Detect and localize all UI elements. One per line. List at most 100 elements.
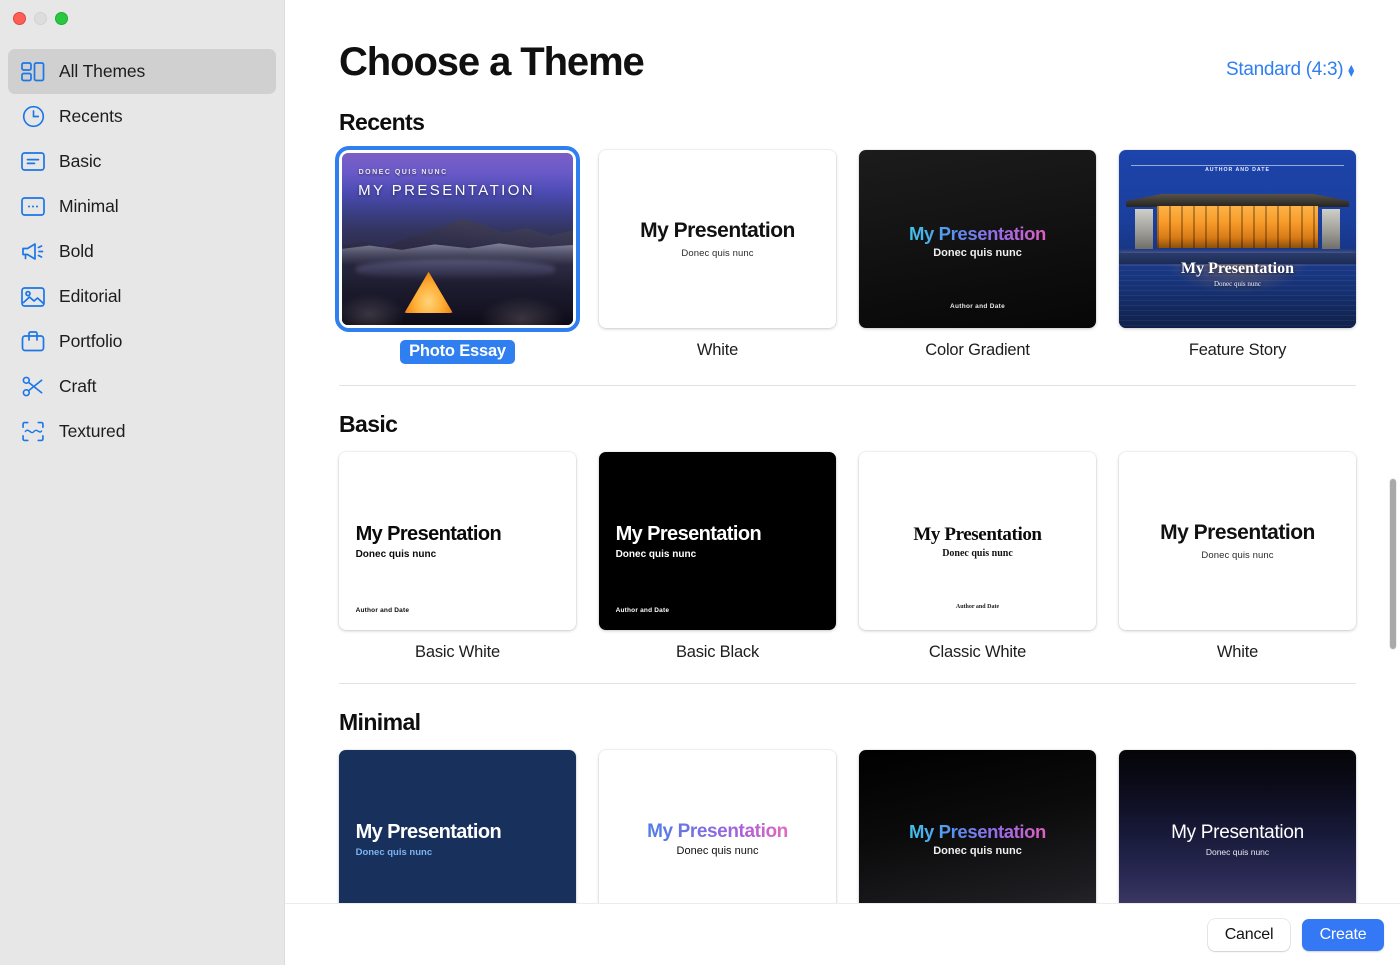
theme-thumbnail[interactable]: My Presentation Donec quis nunc Author a… (859, 452, 1096, 630)
sidebar-item-label: Portfolio (59, 331, 122, 352)
theme-thumbnail[interactable]: My Presentation Donec quis nunc Author a… (339, 452, 576, 630)
basic-icon (20, 149, 46, 175)
create-button[interactable]: Create (1302, 919, 1384, 951)
sidebar-item-label: Craft (59, 376, 96, 397)
slide-footer: AUTHOR AND DATE (1119, 167, 1356, 173)
minimal-icon (20, 194, 46, 220)
theme-card-basic-black[interactable]: My Presentation Donec quis nunc Author a… (599, 452, 836, 662)
sidebar-item-textured[interactable]: Textured (8, 409, 276, 454)
slide-title: My Presentation (616, 523, 761, 546)
window-controls (0, 0, 284, 34)
theme-scroll-area[interactable]: Choose a Theme Standard (4:3) ▴▾ Recents (285, 0, 1400, 903)
sidebar-item-label: Textured (59, 421, 125, 442)
slide-subtitle: Donec quis nunc (677, 845, 759, 857)
sidebar-item-label: All Themes (59, 61, 145, 82)
theme-thumbnail[interactable]: My Presentation Donec quis nunc Author a… (599, 452, 836, 630)
theme-card-white-basic[interactable]: My Presentation Donec quis nunc White (1119, 452, 1356, 662)
slide-subtitle: Donec quis nunc (859, 247, 1096, 259)
theme-thumbnail[interactable]: My Presentation Donec quis nunc (1119, 750, 1356, 903)
theme-chooser-window: All Themes Recents Bas (0, 0, 1400, 965)
theme-thumbnail[interactable]: My Presentation Donec quis nunc Author a… (859, 150, 1096, 328)
slide-footer: Author and Date (356, 607, 410, 614)
maximize-window-button[interactable] (55, 12, 68, 25)
clock-icon (20, 104, 46, 130)
theme-thumbnail[interactable]: My Presentation Donec quis nunc (339, 750, 576, 903)
sidebar-item-craft[interactable]: Craft (8, 364, 276, 409)
sidebar-item-label: Minimal (59, 196, 119, 217)
sidebar-item-label: Editorial (59, 286, 121, 307)
theme-name-label: White (697, 341, 738, 360)
aspect-ratio-select[interactable]: Standard (4:3) ▴▾ (1226, 59, 1354, 81)
slide-title: My Presentation (909, 821, 1046, 843)
theme-card-photo-essay[interactable]: DONEC QUIS NUNC MY PRESENTATION Photo Es… (339, 150, 576, 364)
slide-subtitle: Donec quis nunc (616, 549, 697, 560)
texture-icon (20, 419, 46, 445)
aspect-ratio-value: Standard (4:3) (1226, 59, 1343, 81)
section-basic: Basic My Presentation Donec quis nunc Au… (285, 411, 1400, 662)
theme-thumbnail[interactable]: AUTHOR AND DATE My Presentation (1119, 150, 1356, 328)
sidebar-item-label: Bold (59, 241, 94, 262)
slide-footer: Author and Date (859, 604, 1096, 610)
theme-grid: My Presentation Donec quis nunc My Pre (339, 750, 1356, 903)
slide-title: MY PRESENTATION (358, 182, 535, 199)
section-title: Minimal (339, 709, 1356, 736)
sidebar-item-all-themes[interactable]: All Themes (8, 49, 276, 94)
page-title: Choose a Theme (339, 40, 644, 84)
theme-card-basic-white[interactable]: My Presentation Donec quis nunc Author a… (339, 452, 576, 662)
slide-subtitle: Donec quis nunc (1206, 847, 1269, 857)
slide-title: My Presentation (1160, 521, 1315, 545)
theme-thumbnail[interactable]: My Presentation Donec quis nunc (1119, 452, 1356, 630)
sidebar-item-label: Basic (59, 151, 101, 172)
theme-name-label: Basic White (415, 643, 500, 662)
slide-title: My Presentation (909, 223, 1046, 245)
section-recents: Recents DONEC QUIS NUNC MY PRESENT (285, 109, 1400, 364)
theme-card-minimal-gradient-dark[interactable]: My Presentation Donec quis nunc (859, 750, 1096, 903)
section-divider (339, 385, 1356, 386)
theme-card-classic-white[interactable]: My Presentation Donec quis nunc Author a… (859, 452, 1096, 662)
sidebar-item-recents[interactable]: Recents (8, 94, 276, 139)
slide-title: My Presentation (1119, 260, 1356, 278)
theme-name-label: Color Gradient (925, 341, 1030, 360)
cancel-button[interactable]: Cancel (1208, 919, 1290, 951)
theme-grid: DONEC QUIS NUNC MY PRESENTATION Photo Es… (339, 150, 1356, 364)
slide-footer: Author and Date (616, 607, 670, 614)
sidebar-item-label: Recents (59, 106, 123, 127)
chevron-up-down-icon: ▴▾ (1347, 64, 1354, 76)
theme-card-feature-story[interactable]: AUTHOR AND DATE My Presentation (1119, 150, 1356, 364)
theme-name-label: Feature Story (1189, 341, 1286, 360)
slide-subtitle: Donec quis nunc (933, 845, 1022, 857)
sidebar-item-basic[interactable]: Basic (8, 139, 276, 184)
briefcase-icon (20, 329, 46, 355)
theme-card-minimal-navy[interactable]: My Presentation Donec quis nunc (339, 750, 576, 903)
theme-thumbnail[interactable]: My Presentation Donec quis nunc (599, 150, 836, 328)
all-themes-icon (20, 59, 46, 85)
vertical-scrollbar[interactable] (1385, 0, 1400, 903)
theme-thumbnail[interactable]: My Presentation Donec quis nunc (599, 750, 836, 903)
slide-subtitle: Donec quis nunc (356, 549, 437, 560)
minimize-window-button[interactable] (34, 12, 47, 25)
slide-title: My Presentation (647, 821, 788, 843)
theme-card-white-recent[interactable]: My Presentation Donec quis nunc White (599, 150, 836, 364)
theme-card-minimal-night[interactable]: My Presentation Donec quis nunc (1119, 750, 1356, 903)
slide-subtitle: Donec quis nunc (681, 248, 753, 259)
theme-thumbnail[interactable]: My Presentation Donec quis nunc (859, 750, 1096, 903)
theme-card-color-gradient[interactable]: My Presentation Donec quis nunc Author a… (859, 150, 1096, 364)
sidebar-item-bold[interactable]: Bold (8, 229, 276, 274)
sidebar: All Themes Recents Bas (0, 0, 285, 965)
theme-name-label: Basic Black (676, 643, 759, 662)
sidebar-item-minimal[interactable]: Minimal (8, 184, 276, 229)
theme-card-minimal-gradient-light[interactable]: My Presentation Donec quis nunc (599, 750, 836, 903)
slide-footer: Author and Date (859, 303, 1096, 310)
section-title: Basic (339, 411, 1356, 438)
opera-house (1126, 193, 1349, 257)
dialog-footer: Cancel Create (285, 903, 1400, 965)
sidebar-item-editorial[interactable]: Editorial (8, 274, 276, 319)
sidebar-item-portfolio[interactable]: Portfolio (8, 319, 276, 364)
scrollbar-thumb[interactable] (1389, 478, 1397, 650)
section-minimal: Minimal My Presentation Donec quis nunc (285, 709, 1400, 903)
theme-thumbnail[interactable]: DONEC QUIS NUNC MY PRESENTATION (339, 150, 576, 328)
theme-grid: My Presentation Donec quis nunc Author a… (339, 452, 1356, 662)
theme-name-label: White (1217, 643, 1258, 662)
close-window-button[interactable] (13, 12, 26, 25)
sidebar-list: All Themes Recents Bas (0, 49, 284, 454)
